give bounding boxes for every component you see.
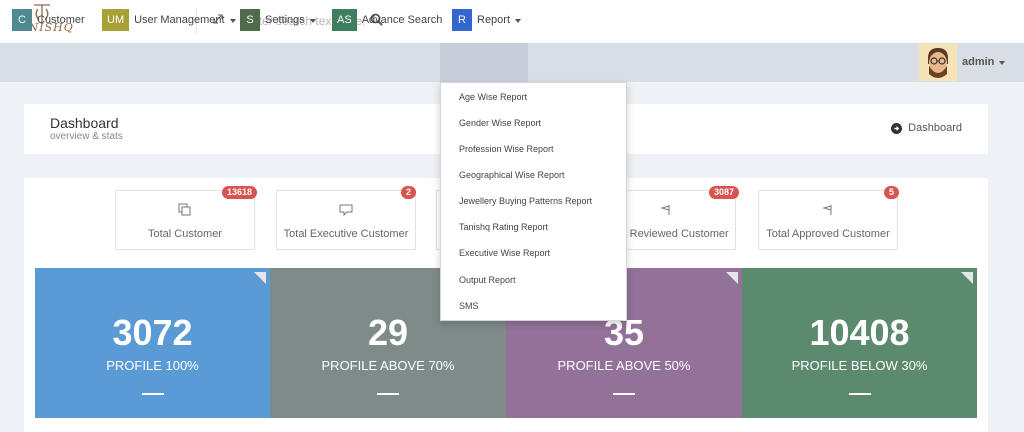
report-dropdown-menu: Age Wise Report Gender Wise Report Profe…	[440, 82, 627, 321]
nav-item-user-management[interactable]: UM User Management	[102, 8, 236, 32]
chevron-down-icon	[515, 18, 522, 23]
menu-item-geographical-wise-report[interactable]: Geographical Wise Report	[441, 162, 626, 188]
stat-card-total-customer[interactable]: Total Customer	[115, 190, 255, 250]
nav-active-highlight	[440, 43, 528, 82]
count-badge: 13618	[222, 186, 258, 199]
stat-card-label: Total Customer	[148, 228, 222, 240]
page-subtitle: overview & stats	[50, 131, 123, 142]
nav-badge-settings: S	[240, 9, 260, 31]
nav-item-customer[interactable]: C Customer	[12, 8, 85, 32]
stat-card-label: Total Executive Customer	[283, 228, 409, 240]
user-name: admin	[962, 56, 995, 68]
nav-item-settings[interactable]: S Settings	[240, 8, 316, 32]
page-title: Dashboard	[50, 115, 119, 131]
nav-item-report[interactable]: R Report	[452, 8, 522, 32]
chevron-down-icon	[999, 60, 1006, 65]
nav-badge-report: R	[452, 9, 472, 31]
avatar[interactable]	[919, 44, 957, 81]
corner-fold-icon	[254, 272, 266, 284]
tile-divider	[613, 393, 635, 395]
tile-value: 10408	[809, 312, 910, 353]
menu-item-gender-wise-report[interactable]: Gender Wise Report	[441, 110, 626, 136]
tile-profile-100[interactable]: 3072 PROFILE 100%	[35, 268, 270, 418]
nav-label-customer: Customer	[37, 14, 85, 26]
tile-profile-below-30[interactable]: 10408 PROFILE BELOW 30%	[742, 268, 977, 418]
breadcrumb-label: Dashboard	[908, 122, 962, 134]
menu-item-sms[interactable]: SMS	[441, 293, 626, 319]
menu-item-executive-wise-report[interactable]: Executive Wise Report	[441, 240, 626, 266]
nav-badge-customer: C	[12, 9, 32, 31]
nav-label-user-management: User Management	[134, 14, 225, 26]
menu-item-age-wise-report[interactable]: Age Wise Report	[441, 84, 626, 110]
nav-badge-user-management: UM	[102, 9, 130, 31]
menu-item-output-report[interactable]: Output Report	[441, 267, 626, 293]
comment-icon	[339, 204, 353, 217]
tile-label: PROFILE ABOVE 70%	[321, 358, 455, 373]
tile-divider	[377, 393, 399, 395]
tile-label: PROFILE BELOW 30%	[791, 358, 928, 373]
menu-item-tanishq-rating-report[interactable]: Tanishq Rating Report	[441, 214, 626, 240]
flag-icon	[822, 205, 832, 215]
tile-divider	[848, 393, 871, 395]
nav-item-advance-search[interactable]: AS Advance Search	[332, 8, 442, 32]
nav-label-settings: Settings	[265, 14, 305, 26]
breadcrumb[interactable]: Dashboard	[891, 122, 962, 134]
nav-label-report: Report	[477, 14, 511, 26]
flag-icon	[660, 205, 670, 215]
stat-card-label: Total Approved Customer	[766, 228, 890, 240]
count-badge: 5	[884, 186, 900, 199]
copy-icon	[178, 203, 191, 216]
stat-card-total-approved-customer[interactable]: Total Approved Customer	[758, 190, 898, 250]
count-badge: 2	[401, 186, 417, 199]
tile-label: PROFILE 100%	[106, 358, 199, 373]
count-badge: 3087	[709, 186, 740, 199]
chevron-down-icon	[229, 18, 236, 23]
tile-divider	[141, 393, 164, 395]
menu-item-profession-wise-report[interactable]: Profession Wise Report	[441, 136, 626, 162]
arrow-circle-right-icon	[891, 122, 903, 134]
user-menu[interactable]: admin	[962, 56, 1006, 68]
chevron-down-icon	[309, 18, 316, 23]
menu-item-jewellery-buying-patterns-report[interactable]: Jewellery Buying Patterns Report	[441, 188, 626, 214]
nav-label-advance-search: Advance Search	[361, 14, 443, 26]
stat-card-total-executive-customer[interactable]: Total Executive Customer	[276, 190, 416, 250]
corner-fold-icon	[961, 272, 973, 284]
tile-label: PROFILE ABOVE 50%	[557, 358, 691, 373]
nav-badge-advance-search: AS	[332, 9, 357, 31]
corner-fold-icon	[726, 272, 738, 284]
tile-value: 3072	[112, 312, 193, 353]
